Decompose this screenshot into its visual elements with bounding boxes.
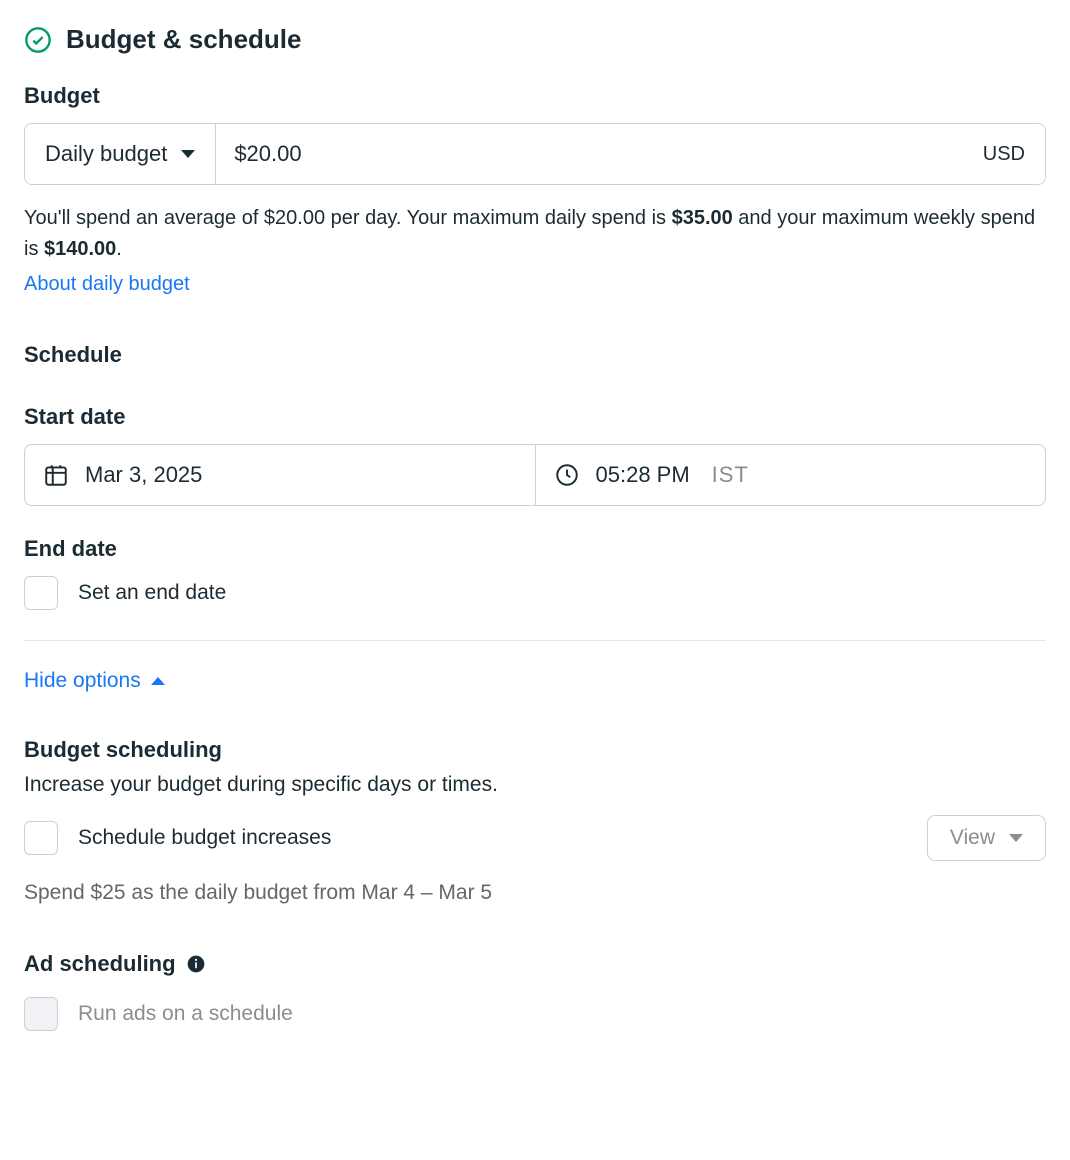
start-time-value: 05:28 PM (596, 462, 690, 488)
view-button[interactable]: View (927, 815, 1046, 861)
budget-helper-text: You'll spend an average of $20.00 per da… (24, 203, 1046, 265)
chevron-down-icon (1009, 834, 1023, 842)
helper-max-daily: $35.00 (672, 207, 733, 229)
budget-scheduling-desc: Increase your budget during specific day… (24, 773, 1046, 797)
budget-label: Budget (24, 83, 1046, 109)
schedule-increases-checkbox-row: Schedule budget increases (24, 821, 331, 855)
end-date-checkbox-row: Set an end date (24, 576, 1046, 610)
calendar-icon (43, 462, 69, 488)
helper-suffix: . (116, 238, 122, 260)
section-title: Budget & schedule (66, 24, 301, 55)
hide-options-toggle[interactable]: Hide options (24, 669, 1046, 693)
hide-options-label: Hide options (24, 669, 141, 693)
helper-max-weekly: $140.00 (44, 238, 116, 260)
about-daily-budget-link[interactable]: About daily budget (24, 273, 190, 296)
budget-currency: USD (963, 124, 1045, 184)
ad-scheduling-header: Ad scheduling (24, 951, 1046, 977)
end-date-block: End date Set an end date (24, 536, 1046, 610)
budget-block: Budget Daily budget USD You'll spend an … (24, 83, 1046, 296)
view-button-label: View (950, 826, 995, 850)
run-ads-checkbox (24, 997, 58, 1031)
schedule-label: Schedule (24, 342, 1046, 368)
start-datetime-row: Mar 3, 2025 05:28 PM IST (24, 444, 1046, 506)
schedule-increases-checkbox[interactable] (24, 821, 58, 855)
chevron-up-icon (151, 677, 165, 685)
start-date-input[interactable]: Mar 3, 2025 (25, 445, 536, 505)
run-ads-checkbox-row: Run ads on a schedule (24, 997, 1046, 1031)
divider (24, 640, 1046, 641)
schedule-increases-label: Schedule budget increases (78, 826, 331, 850)
set-end-date-checkbox[interactable] (24, 576, 58, 610)
start-date-value: Mar 3, 2025 (85, 462, 202, 488)
set-end-date-label: Set an end date (78, 581, 226, 605)
budget-type-label: Daily budget (45, 141, 167, 167)
start-date-block: Start date Mar 3, 2025 05:28 PM IST (24, 404, 1046, 506)
timezone-label: IST (712, 462, 749, 488)
budget-type-select[interactable]: Daily budget (25, 124, 216, 184)
budget-scheduling-footnote: Spend $25 as the daily budget from Mar 4… (24, 881, 1046, 905)
budget-row: Daily budget USD (24, 123, 1046, 185)
start-time-input[interactable]: 05:28 PM IST (536, 445, 1046, 505)
clock-icon (554, 462, 580, 488)
budget-scheduling-label: Budget scheduling (24, 737, 1046, 763)
start-date-label: Start date (24, 404, 1046, 430)
budget-amount-input[interactable] (216, 124, 962, 184)
check-circle-icon (24, 26, 52, 54)
info-icon[interactable] (186, 954, 206, 974)
ad-scheduling-label: Ad scheduling (24, 951, 176, 977)
helper-prefix: You'll spend an average of $20.00 per da… (24, 207, 672, 229)
run-ads-label: Run ads on a schedule (78, 1002, 293, 1026)
end-date-label: End date (24, 536, 1046, 562)
chevron-down-icon (181, 150, 195, 158)
section-header: Budget & schedule (24, 24, 1046, 55)
budget-scheduling-row: Schedule budget increases View (24, 815, 1046, 861)
budget-scheduling-block: Budget scheduling Increase your budget d… (24, 737, 1046, 905)
